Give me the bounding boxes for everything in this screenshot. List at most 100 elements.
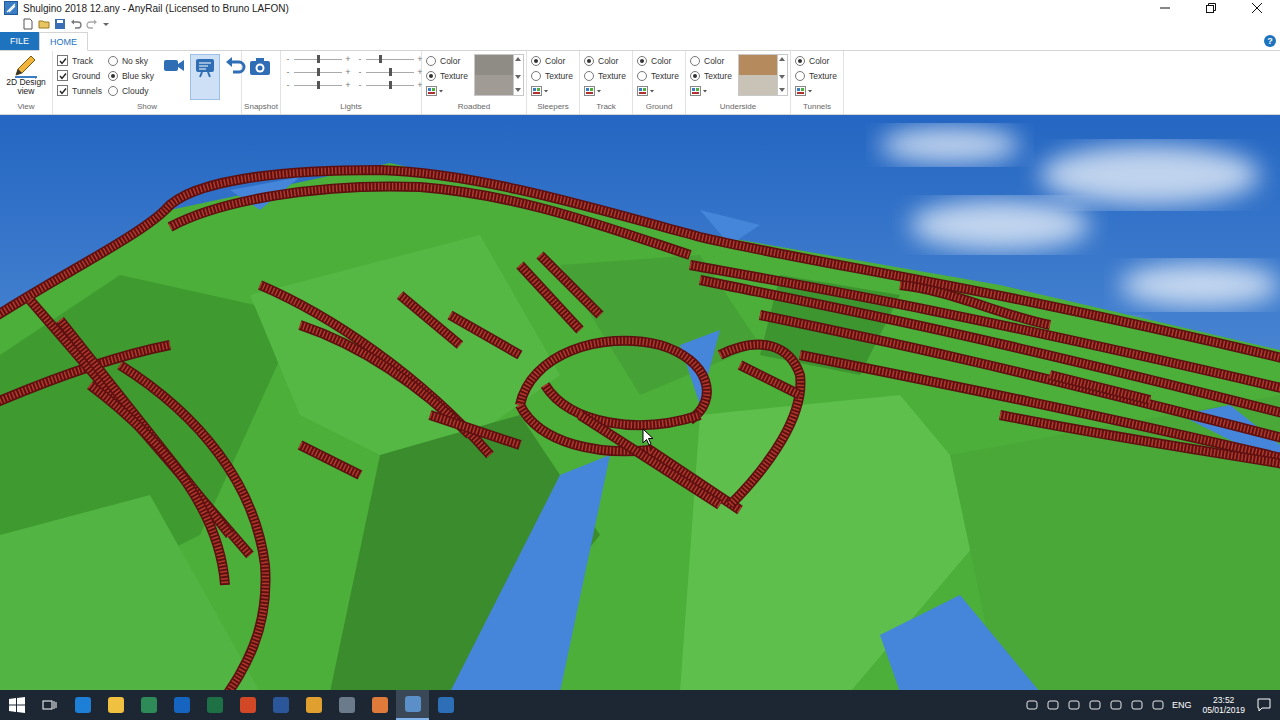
layout-3d-render[interactable]: [0, 115, 1280, 690]
radio[interactable]: [531, 56, 541, 66]
material-radio[interactable]: Color: [795, 54, 837, 67]
material-radio[interactable]: Texture: [795, 69, 837, 82]
material-radio[interactable]: Texture: [584, 69, 626, 82]
material-radio[interactable]: Color: [637, 54, 679, 67]
track[interactable]: [1000, 415, 1280, 465]
taskbar-app[interactable]: [66, 690, 99, 720]
taskbar-app[interactable]: [396, 690, 429, 720]
swatch-scroll[interactable]: [777, 55, 787, 95]
radio[interactable]: [108, 71, 118, 81]
slider-track[interactable]: [294, 85, 342, 86]
taskbar-app[interactable]: [198, 690, 231, 720]
help-button[interactable]: ?: [1264, 35, 1276, 47]
color-picker[interactable]: [690, 84, 732, 97]
radio[interactable]: [108, 86, 118, 96]
radio[interactable]: [690, 56, 700, 66]
material-radio[interactable]: Color: [690, 54, 732, 67]
slider-track[interactable]: [294, 72, 342, 73]
checkbox[interactable]: [57, 55, 68, 66]
radio[interactable]: [584, 71, 594, 81]
color-picker[interactable]: [795, 84, 837, 97]
ribbon-tab[interactable]: FILE: [0, 32, 39, 50]
track[interactable]: [720, 345, 800, 505]
show-checkbox[interactable]: Track: [57, 54, 102, 67]
material-radio[interactable]: Color: [426, 54, 468, 67]
network-icon[interactable]: [1067, 698, 1081, 712]
new-file-icon[interactable]: [22, 18, 34, 30]
track[interactable]: [170, 186, 690, 255]
slider-thumb[interactable]: [389, 81, 392, 89]
color-picker[interactable]: [637, 84, 679, 97]
checkbox[interactable]: [57, 85, 68, 96]
track[interactable]: [450, 315, 520, 355]
customize-dropdown-icon[interactable]: [102, 18, 110, 30]
slider-thumb[interactable]: [317, 55, 320, 63]
track[interactable]: [520, 265, 580, 330]
close-button[interactable]: [1234, 0, 1280, 16]
slider-thumb[interactable]: [317, 68, 320, 76]
taskbar-app[interactable]: [165, 690, 198, 720]
track[interactable]: [90, 385, 225, 585]
color-picker[interactable]: [531, 84, 573, 97]
texture-swatch[interactable]: [475, 55, 513, 95]
3d-view[interactable]: [0, 115, 1280, 690]
restore-button[interactable]: [1188, 0, 1234, 16]
radio[interactable]: [426, 71, 436, 81]
track[interactable]: [540, 255, 600, 315]
track[interactable]: [690, 265, 1280, 390]
taskbar-app[interactable]: [429, 690, 462, 720]
clock[interactable]: 23:5205/01/2019: [1198, 695, 1249, 715]
cloud-icon[interactable]: [1130, 698, 1144, 712]
color-picker[interactable]: [426, 84, 468, 97]
input-language[interactable]: ENG: [1172, 700, 1192, 710]
start-button[interactable]: [0, 690, 33, 720]
taskbar-app[interactable]: [132, 690, 165, 720]
notification-icon[interactable]: [1256, 697, 1272, 713]
track[interactable]: [520, 341, 707, 420]
track[interactable]: [800, 355, 1280, 460]
taskbar-app[interactable]: [231, 690, 264, 720]
radio[interactable]: [108, 56, 118, 66]
material-radio[interactable]: Texture: [531, 69, 573, 82]
radio[interactable]: [637, 71, 647, 81]
minimize-button[interactable]: [1142, 0, 1188, 16]
track[interactable]: [900, 285, 1050, 325]
texture-swatch[interactable]: [739, 55, 777, 95]
track[interactable]: [0, 170, 1280, 360]
ribbon-tab[interactable]: HOME: [39, 32, 88, 51]
radio[interactable]: [795, 71, 805, 81]
light-slider[interactable]: -+: [285, 54, 351, 64]
slider-track[interactable]: [366, 85, 414, 86]
material-radio[interactable]: Texture: [637, 69, 679, 82]
slider-track[interactable]: [294, 59, 342, 60]
task-view-button[interactable]: [33, 690, 66, 720]
swatch-scroll[interactable]: [513, 55, 523, 95]
open-folder-icon[interactable]: [38, 18, 50, 30]
sky-radio[interactable]: No sky: [108, 54, 154, 67]
wifi-icon[interactable]: [1151, 698, 1165, 712]
track[interactable]: [580, 415, 720, 505]
track[interactable]: [400, 295, 460, 345]
sky-radio[interactable]: Cloudy: [108, 84, 154, 97]
reset-view-button[interactable]: [222, 54, 250, 96]
design-view-button[interactable]: 2D Design view: [4, 54, 48, 97]
track[interactable]: [120, 365, 266, 690]
taskbar-app[interactable]: [330, 690, 363, 720]
light-slider[interactable]: -+: [357, 67, 423, 77]
color-picker[interactable]: [584, 84, 626, 97]
track[interactable]: [1050, 375, 1150, 400]
show-checkbox[interactable]: Tunnels: [57, 84, 102, 97]
light-slider[interactable]: -+: [357, 54, 423, 64]
radio[interactable]: [690, 71, 700, 81]
radio[interactable]: [426, 56, 436, 66]
redo-icon[interactable]: [86, 18, 98, 30]
radio[interactable]: [531, 71, 541, 81]
track[interactable]: [300, 445, 360, 475]
slider-thumb[interactable]: [379, 55, 382, 63]
camera-mode-button[interactable]: [190, 54, 220, 100]
material-radio[interactable]: Color: [531, 54, 573, 67]
slider-track[interactable]: [366, 72, 414, 73]
track[interactable]: [740, 365, 800, 395]
save-icon[interactable]: [54, 18, 66, 30]
material-radio[interactable]: Texture: [690, 69, 732, 82]
